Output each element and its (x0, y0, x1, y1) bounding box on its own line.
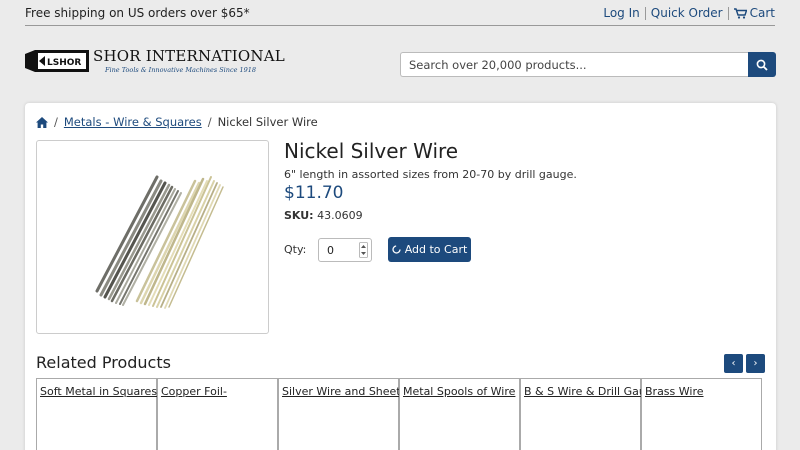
search-input[interactable] (400, 52, 748, 77)
related-product-link[interactable]: B & S Wire & Drill Gauge (524, 385, 660, 398)
related-product-card[interactable]: Silver Wire and Sheet (278, 378, 401, 450)
site-logo[interactable]: LSHOR SHOR INTERNATIONAL Fine Tools & In… (25, 44, 285, 80)
wire-bundle-image (95, 175, 224, 309)
logo-tagline: Fine Tools & Innovative Machines Since 1… (105, 66, 257, 74)
related-product-link[interactable]: Soft Metal in Squares (40, 385, 157, 398)
shipping-notice: Free shipping on US orders over $65* (25, 6, 250, 20)
sku-label: SKU: (284, 209, 314, 222)
related-product-link[interactable]: Copper Foil- (161, 385, 227, 398)
related-product-link[interactable]: Brass Wire (645, 385, 704, 398)
top-bar: Free shipping on US orders over $65* Log… (25, 0, 775, 26)
login-link[interactable]: Log In (603, 6, 639, 20)
related-product-link[interactable]: Silver Wire and Sheet (282, 385, 401, 398)
search-icon (756, 59, 768, 71)
product-card: / Metals - Wire & Squares / Nickel Silve… (25, 103, 776, 450)
home-icon[interactable] (36, 116, 48, 128)
spinner-arrows-icon[interactable] (359, 242, 368, 258)
carousel-prev-button[interactable]: ‹ (724, 354, 743, 373)
add-to-cart-button[interactable]: Add to Cart (388, 237, 471, 262)
related-product-card[interactable]: Brass Wire (641, 378, 762, 450)
cart-icon (733, 7, 747, 19)
related-product-card[interactable]: Soft Metal in Squares (36, 378, 157, 450)
related-product-link[interactable]: Metal Spools of Wire (403, 385, 515, 398)
divider (644, 6, 646, 20)
product-sku: SKU: 43.0609 (284, 209, 363, 222)
account-links: Log In Quick Order Cart (603, 6, 775, 20)
breadcrumb-current: Nickel Silver Wire (217, 115, 318, 129)
sku-value: 43.0609 (317, 209, 363, 222)
search-bar (400, 52, 776, 77)
product-image[interactable] (36, 140, 269, 334)
search-button[interactable] (748, 52, 776, 77)
product-title: Nickel Silver Wire (284, 139, 459, 163)
logo-name: SHOR INTERNATIONAL (93, 47, 285, 65)
related-products-title: Related Products (36, 353, 171, 372)
product-description: 6" length in assorted sizes from 20-70 b… (284, 168, 577, 181)
quick-order-link[interactable]: Quick Order (651, 6, 723, 20)
related-product-card[interactable]: Copper Foil- (157, 378, 278, 450)
divider (727, 6, 729, 20)
spinner-icon (392, 245, 401, 254)
carousel-next-button[interactable]: › (746, 354, 765, 373)
related-product-card[interactable]: B & S Wire & Drill Gauge (520, 378, 660, 450)
breadcrumb-category-link[interactable]: Metals - Wire & Squares (64, 115, 202, 129)
logo-badge-text: LSHOR (47, 58, 81, 68)
carousel-controls: ‹ › (724, 354, 765, 373)
related-products-list: Soft Metal in Squares Copper Foil- Silve… (36, 378, 766, 450)
breadcrumb-separator: / (54, 115, 58, 129)
quantity-value: 0 (327, 244, 334, 257)
add-to-cart-label: Add to Cart (404, 243, 468, 256)
logo-badge-icon: LSHOR (25, 50, 89, 72)
quantity-label: Qty: (284, 243, 307, 256)
breadcrumb-separator: / (207, 115, 212, 129)
related-product-card[interactable]: Metal Spools of Wire (399, 378, 520, 450)
cart-label: Cart (749, 6, 775, 20)
quantity-stepper[interactable]: 0 (318, 238, 372, 262)
product-price: $11.70 (284, 183, 344, 203)
breadcrumb: / Metals - Wire & Squares / Nickel Silve… (36, 115, 318, 129)
cart-link[interactable]: Cart (733, 6, 775, 20)
